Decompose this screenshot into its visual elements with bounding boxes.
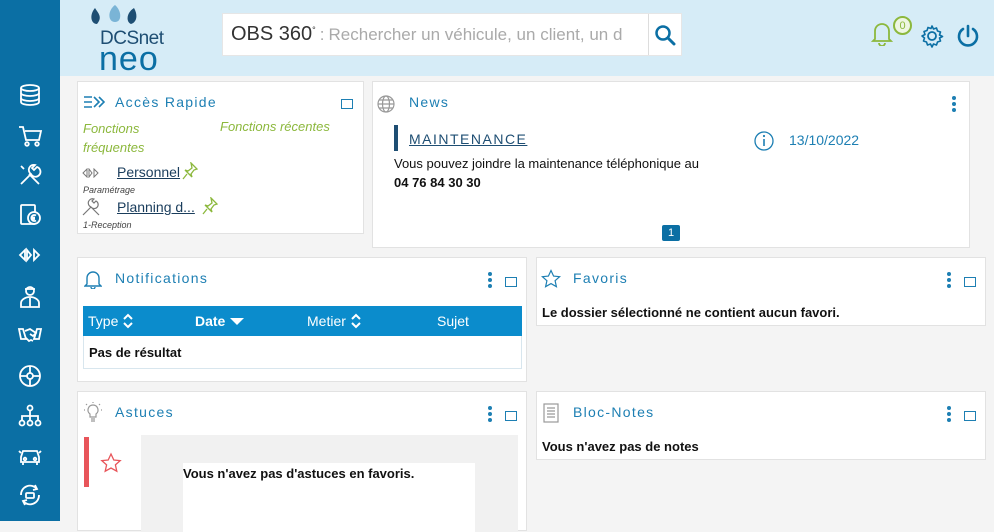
settings-button[interactable] bbox=[920, 24, 944, 53]
news-accent-bar bbox=[394, 125, 398, 151]
news-title: News bbox=[409, 94, 450, 110]
car-service-icon[interactable] bbox=[15, 440, 45, 470]
star-outline-icon[interactable] bbox=[100, 452, 122, 474]
sort-desc-icon bbox=[230, 318, 245, 325]
favorites-empty-message: Le dossier sélectionné ne contient aucun… bbox=[542, 305, 840, 320]
more-options-icon[interactable] bbox=[952, 96, 956, 114]
tips-empty-message: Vous n'avez pas d'astuces en favoris. bbox=[183, 466, 415, 481]
quick-link-personnel[interactable]: Personnel bbox=[117, 164, 180, 180]
top-header: DCSnet neo OBS 360 ° : 0 bbox=[60, 0, 994, 78]
sort-icon bbox=[123, 313, 134, 329]
star-icon bbox=[541, 269, 561, 288]
news-headline[interactable]: MAINTENANCE bbox=[409, 131, 527, 147]
tips-content-area: Vous n'avez pas d'astuces en favoris. bbox=[141, 435, 518, 532]
car-cycle-icon[interactable] bbox=[15, 480, 45, 510]
news-page-button[interactable]: 1 bbox=[662, 225, 680, 241]
pin-icon[interactable] bbox=[182, 162, 198, 180]
bell-icon bbox=[870, 23, 894, 47]
wrench-screwdriver-icon[interactable] bbox=[15, 160, 45, 190]
news-widget: News MAINTENANCE 13/10/2022 Vous pouvez … bbox=[372, 81, 970, 248]
logout-button[interactable] bbox=[956, 24, 980, 53]
brand-logo-icon bbox=[82, 168, 99, 178]
tab-recent-functions[interactable]: Fonctions récentes bbox=[220, 119, 330, 134]
globe-icon bbox=[377, 95, 395, 113]
more-options-icon[interactable] bbox=[488, 272, 492, 290]
bell-icon bbox=[84, 271, 102, 289]
database-icon[interactable] bbox=[15, 80, 45, 110]
column-sujet[interactable]: Sujet bbox=[437, 313, 469, 329]
power-icon bbox=[957, 24, 979, 47]
mechanic-icon[interactable] bbox=[15, 281, 45, 311]
search-colon: : bbox=[319, 24, 325, 44]
quick-link-sub: 1-Reception bbox=[83, 220, 132, 230]
notepad-icon bbox=[543, 403, 559, 423]
tips-widget: Astuces Vous n'avez pas d'astuces en fav… bbox=[77, 391, 527, 532]
tips-empty-panel: Vous n'avez pas d'astuces en favoris. bbox=[183, 463, 475, 532]
quick-access-widget: Accès Rapide Fonctions fréquentes Foncti… bbox=[77, 81, 364, 234]
wrench-screwdriver-icon bbox=[82, 198, 100, 216]
more-options-icon[interactable] bbox=[488, 406, 492, 424]
quick-link-sub: Paramétrage bbox=[83, 185, 136, 195]
notifications-table-header: Type Date Metier Sujet bbox=[83, 306, 522, 336]
sort-icon bbox=[351, 313, 361, 329]
favorites-widget: Favoris Le dossier sélectionné ne contie… bbox=[536, 257, 986, 326]
wheel-icon[interactable] bbox=[15, 361, 45, 391]
quick-access-title: Accès Rapide bbox=[115, 94, 217, 110]
notifications-title: Notifications bbox=[115, 270, 209, 286]
brand-logo[interactable]: DCSnet neo bbox=[80, 2, 164, 78]
minimize-button[interactable] bbox=[341, 99, 353, 109]
cart-icon[interactable] bbox=[15, 121, 45, 151]
handshake-icon[interactable] bbox=[15, 320, 45, 350]
degree-mark: ° bbox=[312, 24, 316, 35]
more-options-icon[interactable] bbox=[947, 406, 951, 424]
pin-icon[interactable] bbox=[202, 197, 218, 215]
search-button[interactable] bbox=[648, 14, 681, 55]
minimize-button[interactable] bbox=[964, 411, 976, 421]
news-phone: 04 76 84 30 30 bbox=[394, 175, 481, 190]
org-chart-icon[interactable] bbox=[15, 401, 45, 431]
minimize-button[interactable] bbox=[505, 411, 517, 421]
notification-count-badge: 0 bbox=[893, 16, 912, 35]
notifications-widget: Notifications Type Date Metier Sujet Pas… bbox=[77, 257, 527, 382]
favorites-title: Favoris bbox=[573, 270, 628, 286]
gear-icon bbox=[921, 25, 944, 48]
tab-frequent-functions[interactable]: Fonctions fréquentes bbox=[83, 119, 183, 157]
tips-title: Astuces bbox=[115, 404, 174, 420]
invoice-euro-icon[interactable] bbox=[15, 200, 45, 230]
logo-drops-icon bbox=[91, 5, 137, 24]
notifications-table-body: Pas de résultat bbox=[83, 336, 522, 369]
brand-logo-icon[interactable] bbox=[15, 240, 45, 270]
column-date[interactable]: Date bbox=[195, 313, 245, 329]
search-icon bbox=[655, 24, 676, 45]
column-label: Type bbox=[88, 313, 119, 329]
column-label: Sujet bbox=[437, 313, 469, 329]
news-date: 13/10/2022 bbox=[789, 132, 860, 148]
search-input[interactable] bbox=[328, 24, 649, 45]
lightbulb-icon bbox=[84, 402, 102, 422]
minimize-button[interactable] bbox=[964, 277, 976, 287]
notification-bell-button[interactable] bbox=[870, 20, 894, 51]
sidebar bbox=[0, 0, 60, 521]
quick-access-icon bbox=[84, 96, 105, 108]
column-type[interactable]: Type bbox=[88, 313, 134, 329]
column-metier[interactable]: Metier bbox=[307, 313, 362, 329]
quick-link-planning[interactable]: Planning d... bbox=[117, 199, 195, 215]
news-body: Vous pouvez joindre la maintenance télép… bbox=[394, 156, 700, 171]
empty-message: Pas de résultat bbox=[89, 345, 182, 360]
more-options-icon[interactable] bbox=[947, 272, 951, 290]
tip-accent-bar bbox=[84, 437, 89, 487]
column-label: Metier bbox=[307, 313, 346, 329]
brand-name-bottom: neo bbox=[99, 40, 159, 78]
notes-title: Bloc-Notes bbox=[573, 404, 655, 420]
search-prefix: OBS 360 bbox=[231, 23, 313, 45]
search-bar: OBS 360 ° : bbox=[222, 13, 682, 56]
notes-widget: Bloc-Notes Vous n'avez pas de notes bbox=[536, 391, 986, 460]
minimize-button[interactable] bbox=[505, 277, 517, 287]
column-label: Date bbox=[195, 313, 226, 329]
notes-empty-message: Vous n'avez pas de notes bbox=[542, 439, 699, 454]
info-icon[interactable] bbox=[753, 130, 775, 152]
